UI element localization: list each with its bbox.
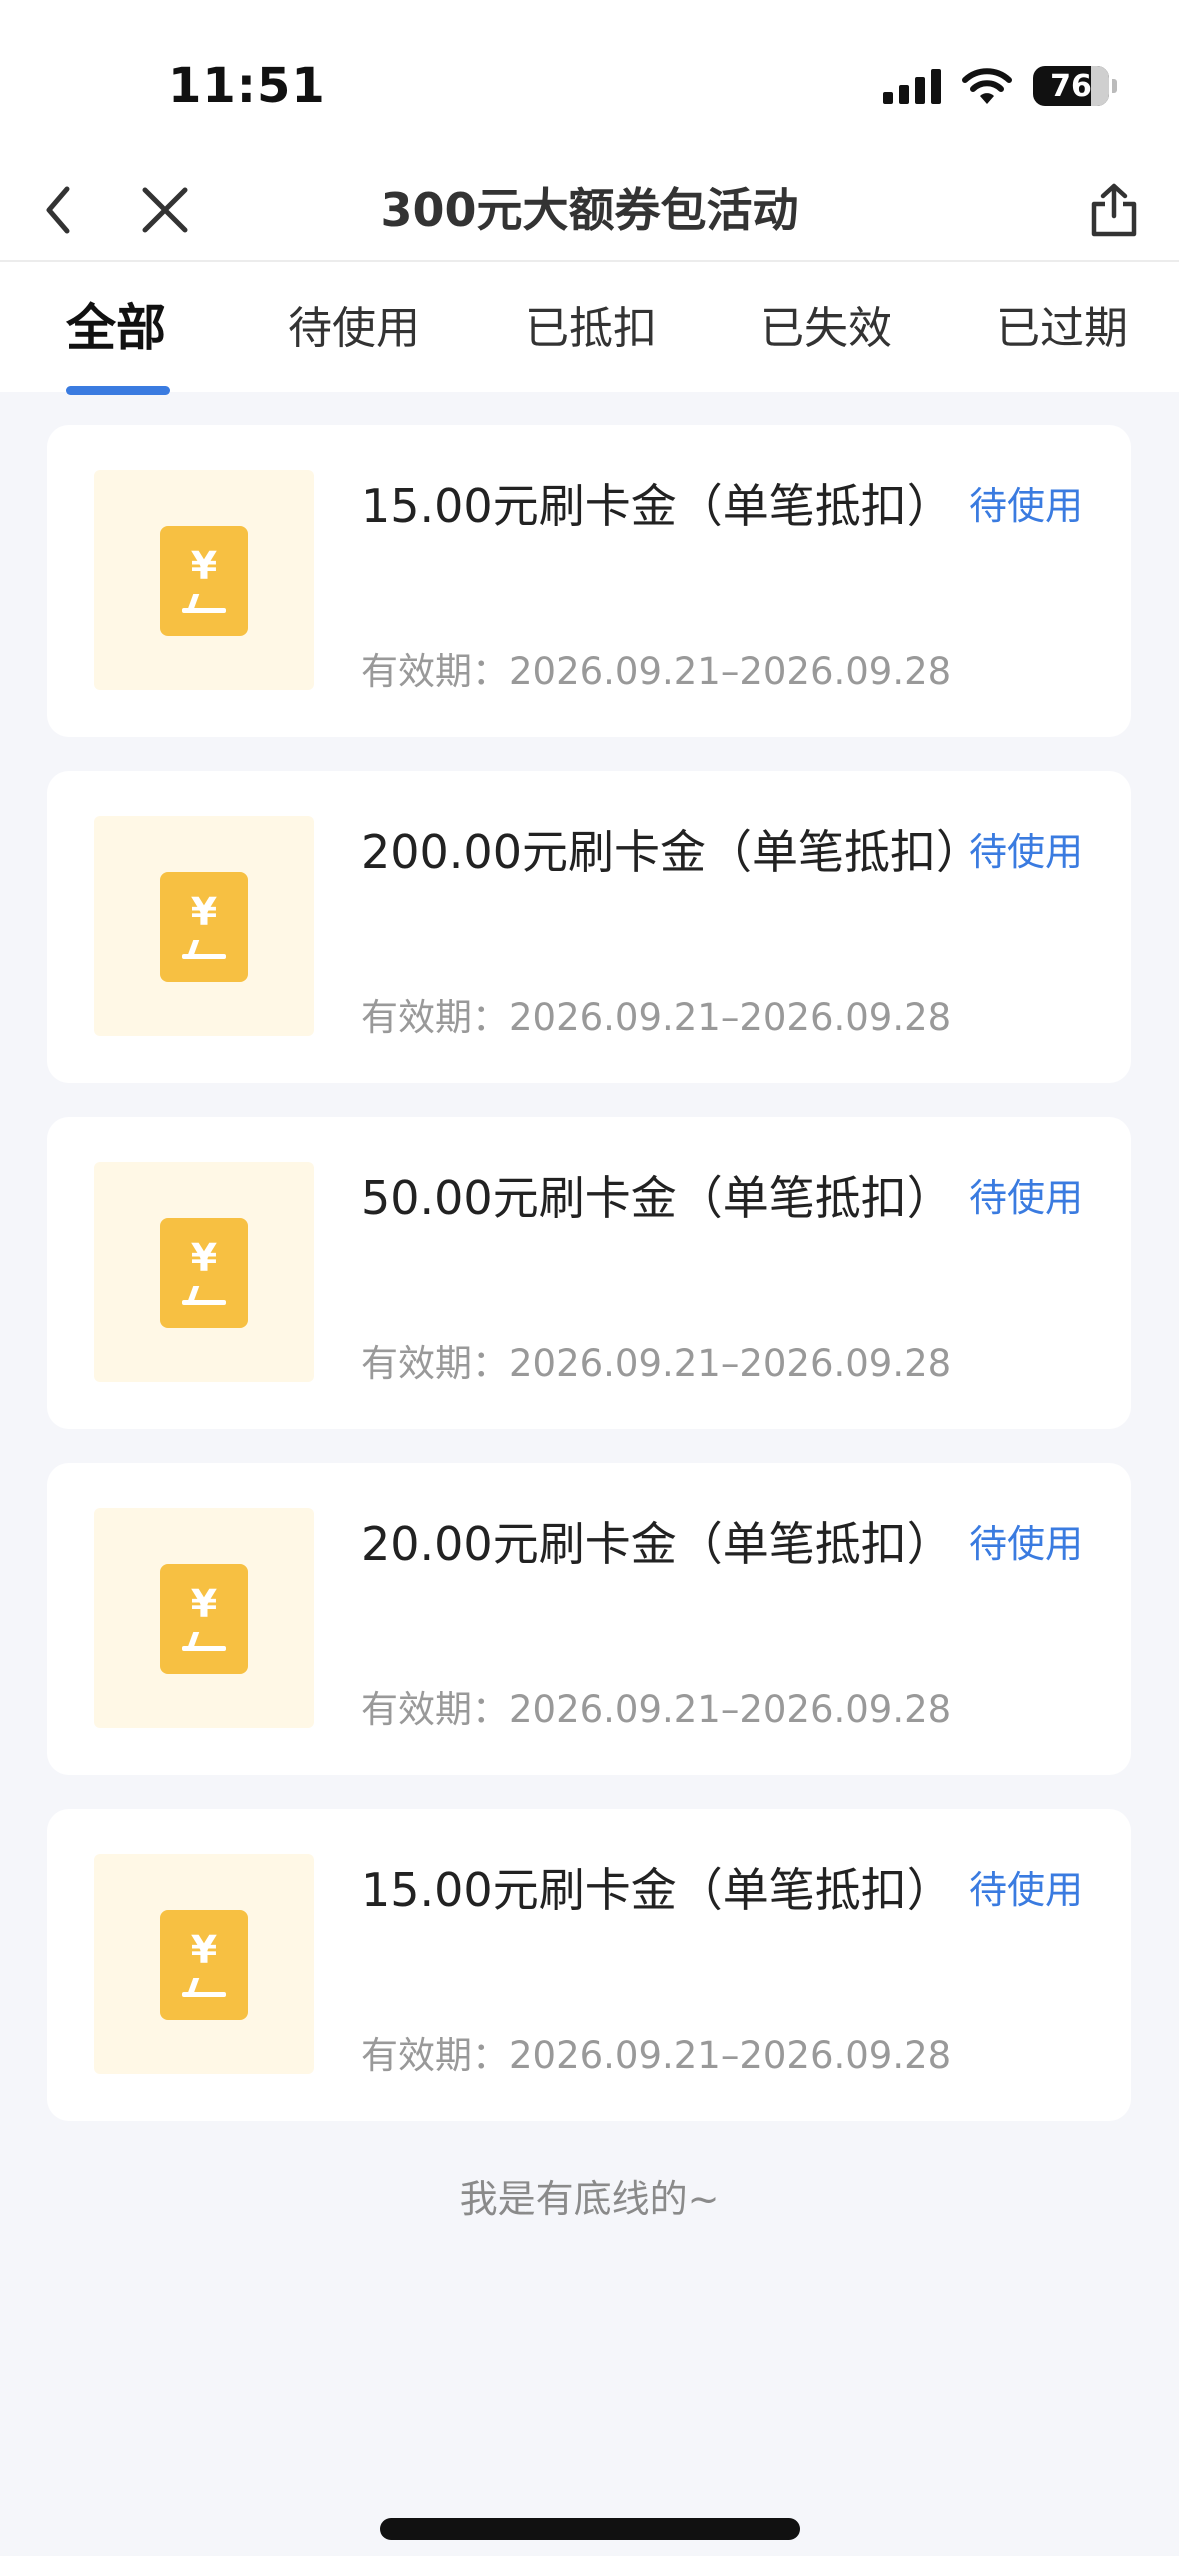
coupon-card[interactable]: ¥ 15.00元刷卡金（单笔抵扣） 待使用 有效期：2026.09.21–202… bbox=[47, 425, 1131, 737]
coupon-status[interactable]: 待使用 bbox=[969, 475, 1083, 530]
active-tab-indicator bbox=[66, 386, 170, 395]
coupon-title: 20.00元刷卡金（单笔抵扣） bbox=[361, 1517, 953, 1571]
coupon-thumbnail: ¥ bbox=[94, 1162, 314, 1382]
share-button[interactable] bbox=[1079, 160, 1149, 260]
coupon-title: 15.00元刷卡金（单笔抵扣） bbox=[361, 1863, 953, 1917]
filter-tabs: 全部 待使用 已抵扣 已失效 已过期 bbox=[0, 262, 1179, 395]
coupon-thumbnail: ¥ bbox=[94, 1508, 314, 1728]
share-icon bbox=[1091, 183, 1137, 237]
coupon-icon: ¥ bbox=[160, 1910, 248, 2020]
tab-deducted[interactable]: 已抵扣 bbox=[525, 292, 657, 356]
battery-level: 76 bbox=[1050, 68, 1092, 104]
coupon-status[interactable]: 待使用 bbox=[969, 1513, 1083, 1568]
coupon-icon: ¥ bbox=[160, 1218, 248, 1328]
nav-header: 300元大额券包活动 bbox=[0, 160, 1179, 260]
tab-all[interactable]: 全部 bbox=[66, 288, 166, 360]
cellular-signal-icon bbox=[883, 68, 941, 104]
coupon-icon: ¥ bbox=[160, 872, 248, 982]
wifi-icon bbox=[962, 68, 1012, 104]
status-time: 11:51 bbox=[168, 58, 326, 114]
coupon-validity: 有效期：2026.09.21–2026.09.28 bbox=[361, 650, 952, 693]
home-indicator[interactable] bbox=[380, 2518, 800, 2540]
coupon-thumbnail: ¥ bbox=[94, 1854, 314, 2074]
coupon-thumbnail: ¥ bbox=[94, 470, 314, 690]
coupon-validity: 有效期：2026.09.21–2026.09.28 bbox=[361, 996, 952, 1039]
coupon-icon: ¥ bbox=[160, 1564, 248, 1674]
status-icons: 76 bbox=[883, 60, 1117, 112]
coupon-card[interactable]: ¥ 20.00元刷卡金（单笔抵扣） 待使用 有效期：2026.09.21–202… bbox=[47, 1463, 1131, 1775]
coupon-title: 200.00元刷卡金（单笔抵扣） bbox=[361, 825, 982, 879]
coupon-list: ¥ 15.00元刷卡金（单笔抵扣） 待使用 有效期：2026.09.21–202… bbox=[47, 425, 1131, 2155]
close-button[interactable] bbox=[130, 160, 200, 260]
status-bar: 11:51 76 bbox=[0, 0, 1179, 160]
coupon-icon: ¥ bbox=[160, 526, 248, 636]
tab-expired[interactable]: 已过期 bbox=[996, 292, 1128, 356]
close-icon bbox=[142, 187, 188, 233]
coupon-validity: 有效期：2026.09.21–2026.09.28 bbox=[361, 2034, 952, 2077]
tab-pending[interactable]: 待使用 bbox=[288, 292, 420, 356]
battery-icon: 76 bbox=[1033, 66, 1117, 106]
tab-invalid[interactable]: 已失效 bbox=[760, 292, 892, 356]
coupon-thumbnail: ¥ bbox=[94, 816, 314, 1036]
coupon-title: 15.00元刷卡金（单笔抵扣） bbox=[361, 479, 953, 533]
coupon-validity: 有效期：2026.09.21–2026.09.28 bbox=[361, 1688, 952, 1731]
coupon-card[interactable]: ¥ 15.00元刷卡金（单笔抵扣） 待使用 有效期：2026.09.21–202… bbox=[47, 1809, 1131, 2121]
coupon-card[interactable]: ¥ 200.00元刷卡金（单笔抵扣） 待使用 有效期：2026.09.21–20… bbox=[47, 771, 1131, 1083]
chevron-left-icon bbox=[46, 186, 70, 234]
coupon-card[interactable]: ¥ 50.00元刷卡金（单笔抵扣） 待使用 有效期：2026.09.21–202… bbox=[47, 1117, 1131, 1429]
coupon-title: 50.00元刷卡金（单笔抵扣） bbox=[361, 1171, 953, 1225]
end-of-list-note: 我是有底线的~ bbox=[459, 2177, 720, 2221]
back-button[interactable] bbox=[28, 160, 88, 260]
coupon-validity: 有效期：2026.09.21–2026.09.28 bbox=[361, 1342, 952, 1385]
coupon-status[interactable]: 待使用 bbox=[969, 1859, 1083, 1914]
coupon-status[interactable]: 待使用 bbox=[969, 821, 1083, 876]
coupon-status[interactable]: 待使用 bbox=[969, 1167, 1083, 1222]
